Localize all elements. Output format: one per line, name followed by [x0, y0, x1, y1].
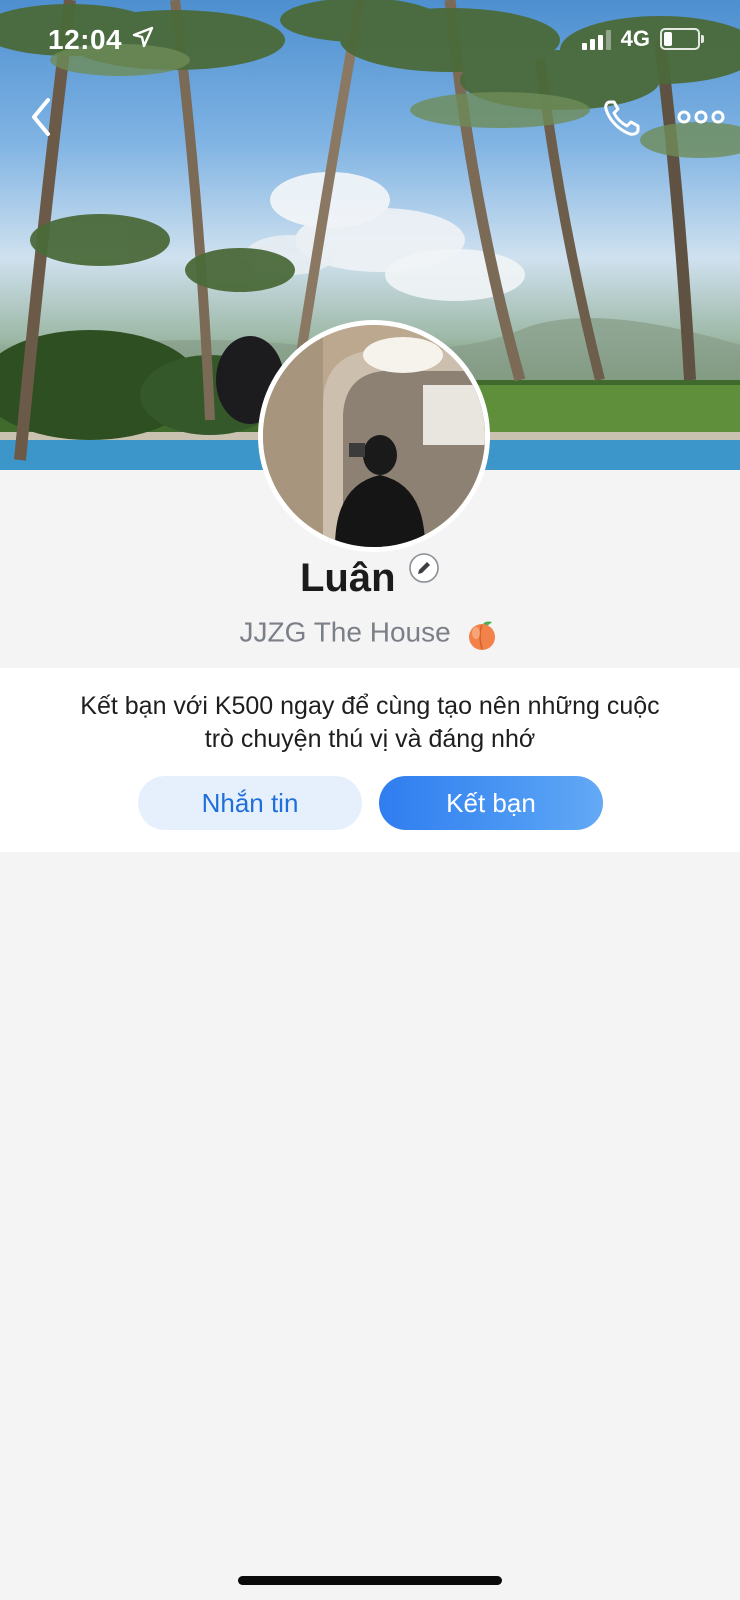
edit-pencil-icon[interactable] [408, 552, 440, 584]
add-friend-message-line1: Kết bạn với K500 ngay để cùng tạo nên nh… [80, 692, 660, 720]
status-time: 12:04 [48, 24, 123, 55]
signal-icon [581, 28, 611, 50]
status-indicators: 4G [581, 26, 704, 52]
avatar-photo [263, 325, 485, 547]
profile-bio-row: JJZG The House [0, 616, 740, 652]
add-friend-button[interactable]: Kết bạn [379, 776, 603, 830]
profile-name: Luân [300, 556, 396, 600]
avatar[interactable] [258, 320, 490, 552]
more-dots-icon[interactable] [676, 104, 726, 130]
phone-call-icon[interactable] [600, 96, 644, 140]
status-bar: 12:04 4G [0, 0, 740, 80]
location-arrow-icon [132, 26, 154, 48]
profile-bio: JJZG The House [239, 616, 451, 648]
profile-name-row: Luân [0, 552, 740, 601]
add-friend-message: Kết bạn với K500 ngay để cùng tạo nên nh… [40, 690, 700, 756]
message-button[interactable]: Nhắn tin [138, 776, 362, 830]
home-indicator[interactable] [238, 1576, 502, 1585]
back-chevron-icon[interactable] [22, 92, 62, 142]
network-type: 4G [620, 26, 650, 51]
battery-icon [660, 28, 704, 50]
add-friend-message-line2: trò chuyện thú vị và đáng nhớ [204, 725, 536, 753]
peach-icon [469, 621, 496, 650]
add-friend-card: Kết bạn với K500 ngay để cùng tạo nên nh… [0, 668, 740, 852]
